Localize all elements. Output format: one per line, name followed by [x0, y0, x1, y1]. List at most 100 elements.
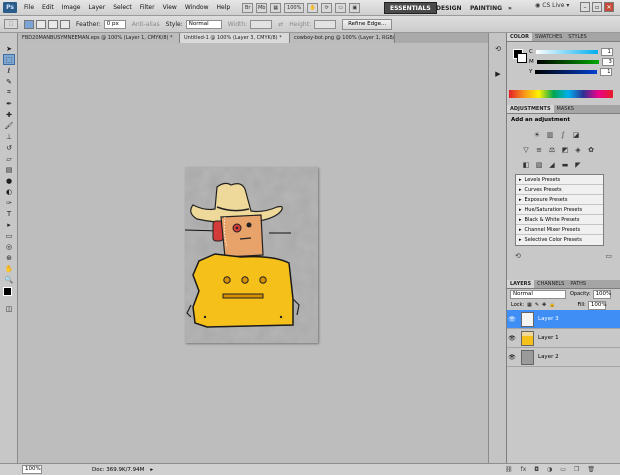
preset-item[interactable]: ▸ Channel Mixer Presets — [516, 225, 603, 235]
eyedropper-tool-icon[interactable]: ✒ — [3, 98, 15, 109]
zoom-level-field[interactable]: 100% — [284, 2, 305, 13]
3d-rotate-tool-icon[interactable]: ◎ — [3, 241, 15, 252]
type-tool-icon[interactable]: T — [3, 208, 15, 219]
exposure-icon[interactable]: ◪ — [571, 130, 581, 139]
lock-pixels-icon[interactable]: ✎ — [535, 302, 539, 308]
add-mask-icon[interactable]: ◘ — [534, 466, 539, 473]
mini-bridge-icon[interactable]: Mb — [256, 2, 268, 13]
style-select[interactable]: Normal — [185, 19, 222, 29]
blend-mode-select[interactable]: Normal — [510, 289, 566, 299]
tab-masks[interactable]: MASKS — [554, 105, 577, 113]
background-color-swatch[interactable] — [517, 53, 527, 63]
new-adjustment-layer-icon[interactable]: ◑ — [547, 466, 552, 473]
status-menu-arrow-icon[interactable]: ▸ — [150, 467, 153, 473]
history-panel-icon[interactable]: ⟲ — [492, 43, 504, 54]
height-input[interactable] — [314, 19, 337, 29]
preset-item[interactable]: ▸ Selective Color Presets — [516, 235, 603, 245]
crop-tool-icon[interactable]: ⌗ — [3, 87, 15, 98]
levels-icon[interactable]: ▥ — [545, 130, 555, 139]
hand-tool-icon[interactable]: ✋ — [3, 263, 15, 274]
photo-filter-icon[interactable]: ◈ — [573, 145, 583, 154]
preset-item[interactable]: ▸ Curves Presets — [516, 185, 603, 195]
layer-style-icon[interactable]: fx — [521, 466, 527, 473]
channel-mixer-icon[interactable]: ✿ — [586, 145, 596, 154]
trash-icon[interactable]: 🗑 — [587, 466, 595, 473]
actions-panel-icon[interactable]: ▶ — [492, 68, 504, 79]
panel-options-icon[interactable]: ▭ — [605, 252, 612, 260]
grid-icon[interactable]: ▦ — [270, 2, 282, 13]
menu-filter[interactable]: Filter — [136, 0, 159, 16]
lock-position-icon[interactable]: ✥ — [542, 302, 546, 308]
workspace-more-button[interactable]: » — [503, 2, 517, 14]
menu-view[interactable]: View — [159, 0, 181, 16]
dodge-tool-icon[interactable]: ◐ — [3, 186, 15, 197]
opacity-input[interactable]: 100% — [592, 289, 611, 299]
history-brush-tool-icon[interactable]: ↺ — [3, 142, 15, 153]
workspace-essentials[interactable]: ESSENTIALS — [384, 2, 437, 14]
subtract-selection-icon[interactable] — [48, 19, 58, 29]
document-tab[interactable]: FBD20MANBUSYMNEEMAN.eps @ 100% (Layer 1,… — [18, 33, 180, 43]
new-selection-icon[interactable] — [24, 19, 34, 29]
cyan-value-input[interactable]: 1 — [600, 48, 613, 56]
document-tab[interactable]: cowboy-bot.png @ 100% (Layer 1, RGB/8) — [290, 33, 395, 43]
minimize-button[interactable]: – — [580, 2, 590, 12]
layer-row[interactable]: 👁 Layer 2 — [507, 348, 620, 367]
magenta-slider[interactable] — [536, 60, 599, 64]
3d-orbit-tool-icon[interactable]: ⊛ — [3, 252, 15, 263]
menu-select[interactable]: Select — [109, 0, 136, 16]
cyan-slider[interactable] — [535, 50, 598, 54]
eye-icon[interactable]: 👁 — [507, 335, 517, 342]
gradient-tool-icon[interactable]: ▤ — [3, 164, 15, 175]
posterize-icon[interactable]: ▧ — [534, 160, 544, 169]
tab-paths[interactable]: PATHS — [567, 280, 589, 288]
layer-row[interactable]: 👁 Layer 3 — [507, 310, 620, 329]
add-selection-icon[interactable] — [36, 19, 46, 29]
bridge-icon[interactable]: Br — [242, 2, 254, 13]
curves-icon[interactable]: ∫ — [558, 130, 568, 139]
color-spectrum-ramp[interactable] — [509, 90, 613, 98]
new-group-icon[interactable]: ▭ — [560, 466, 566, 473]
close-button[interactable]: ✕ — [604, 2, 614, 12]
fill-input[interactable]: 100% — [587, 300, 607, 310]
lock-transparency-icon[interactable]: ▦ — [527, 302, 532, 308]
tab-adjustments[interactable]: ADJUSTMENTS — [507, 105, 554, 113]
shape-tool-icon[interactable]: ▭ — [3, 230, 15, 241]
pen-tool-icon[interactable]: ✑ — [3, 197, 15, 208]
clip-to-layer-icon[interactable]: ⟲ — [515, 252, 521, 260]
workspace-design[interactable]: DESIGN — [431, 2, 467, 14]
anti-alias-checkbox[interactable]: Anti-alias — [132, 21, 160, 28]
lasso-tool-icon[interactable]: ℓ — [3, 65, 15, 76]
arrange-documents-icon[interactable]: ▭ — [335, 2, 347, 13]
gradient-map-icon[interactable]: ▬ — [560, 160, 570, 169]
menu-layer[interactable]: Layer — [84, 0, 109, 16]
black-white-icon[interactable]: ◩ — [560, 145, 570, 154]
document-canvas[interactable] — [184, 167, 318, 343]
preset-item[interactable]: ▸ Exposure Presets — [516, 195, 603, 205]
lock-all-icon[interactable]: 🔒 — [549, 302, 555, 308]
intersect-selection-icon[interactable] — [60, 19, 70, 29]
magenta-value-input[interactable]: 3 — [601, 58, 614, 66]
brush-tool-icon[interactable]: 🖌 — [3, 120, 15, 131]
eraser-tool-icon[interactable]: ▱ — [3, 153, 15, 164]
vibrance-icon[interactable]: ▽ — [521, 145, 531, 154]
preset-item[interactable]: ▸ Black & White Presets — [516, 215, 603, 225]
clone-stamp-tool-icon[interactable]: ⊥ — [3, 131, 15, 142]
swap-width-height-icon[interactable]: ⇄ — [278, 21, 283, 28]
foreground-color-swatch[interactable] — [3, 287, 12, 296]
width-input[interactable] — [250, 19, 273, 29]
menu-file[interactable]: File — [20, 0, 38, 16]
tab-color[interactable]: COLOR — [507, 33, 533, 41]
selective-color-icon[interactable]: ◤ — [573, 160, 583, 169]
tab-channels[interactable]: CHANNELS — [534, 280, 567, 288]
healing-brush-tool-icon[interactable]: ✚ — [3, 109, 15, 120]
blur-tool-icon[interactable]: ● — [3, 175, 15, 186]
feather-input[interactable]: 0 px — [103, 19, 126, 29]
marquee-tool-preset-icon[interactable]: ⬚ — [4, 19, 18, 29]
menu-window[interactable]: Window — [181, 0, 213, 16]
link-layers-icon[interactable]: ⛓ — [505, 466, 513, 473]
maximize-button[interactable]: ▫ — [592, 2, 602, 12]
tab-styles[interactable]: STYLES — [565, 33, 589, 41]
workspace-painting[interactable]: PAINTING — [465, 2, 507, 14]
zoom-input[interactable]: 100% — [22, 465, 42, 474]
tab-layers[interactable]: LAYERS — [507, 280, 535, 288]
